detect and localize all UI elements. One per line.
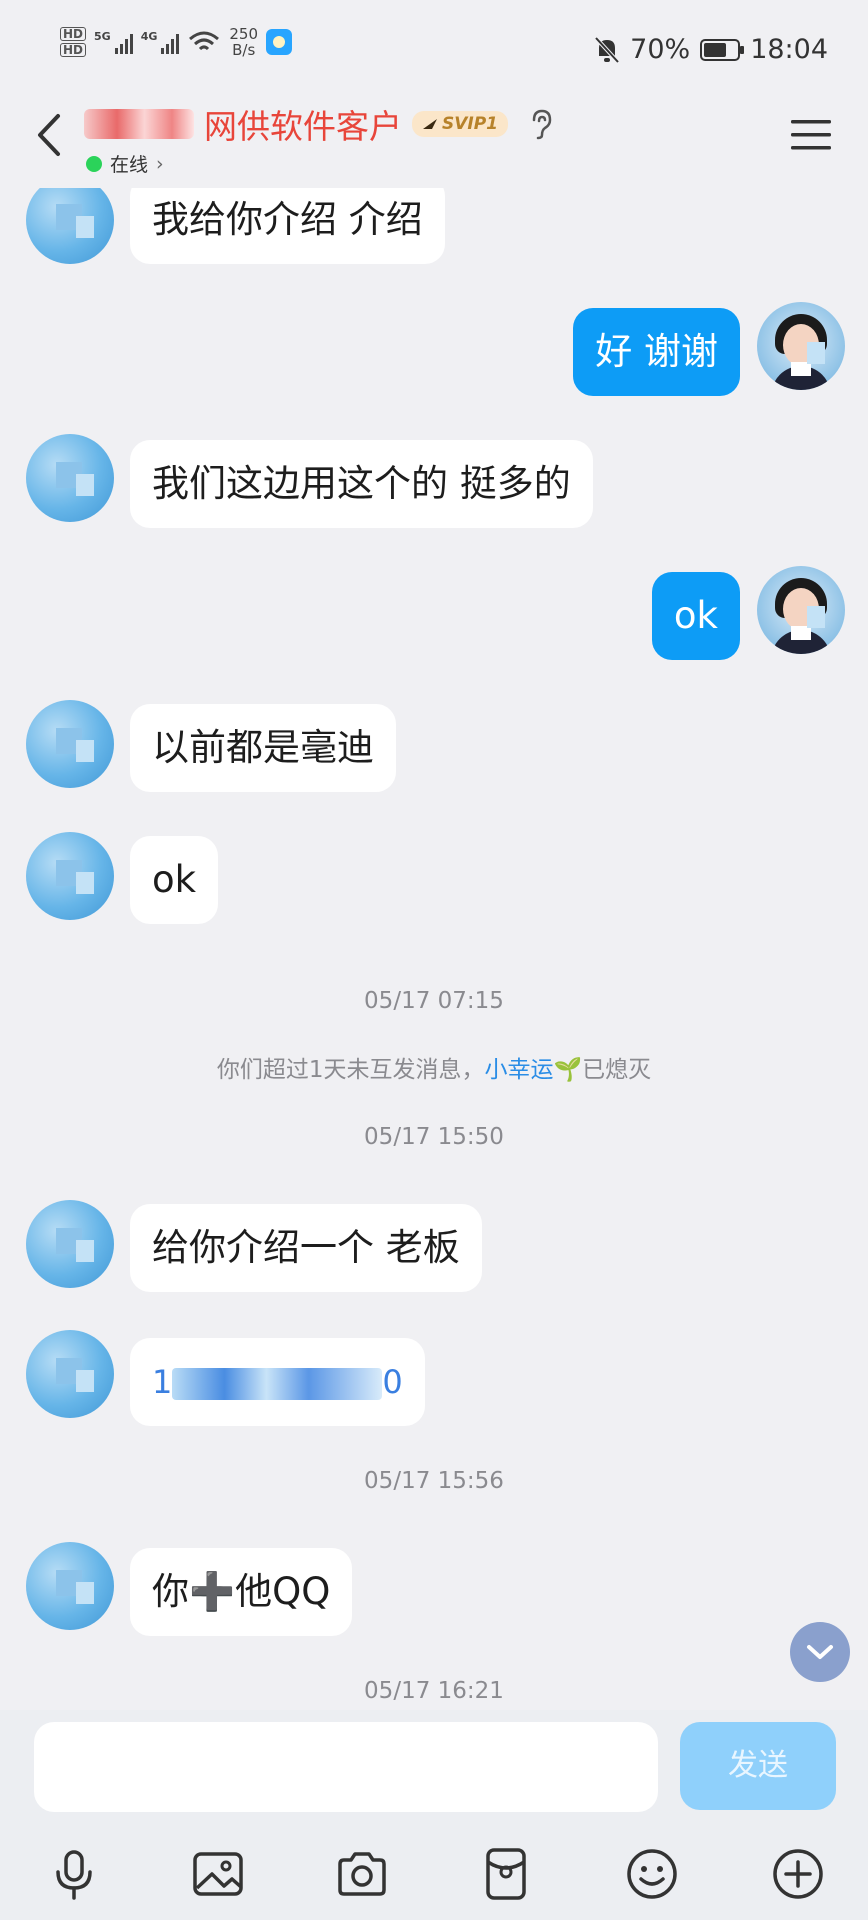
message-bubble[interactable]: 我给你介绍 介绍 [130,176,445,264]
message-timestamp: 05/17 07:15 [364,988,504,1014]
message-bubble[interactable]: 我们这边用这个的 挺多的 [130,440,593,528]
message-bubble[interactable]: 给你介绍一个 老板 [130,1204,482,1292]
contact-avatar[interactable] [26,176,114,264]
image-icon[interactable] [188,1844,248,1904]
online-dot-icon [86,155,102,172]
message-timestamp: 05/17 15:56 [364,1468,504,1494]
system-message: 你们超过1天未互发消息，小幸运🌱已熄灭 [216,1057,652,1083]
back-icon[interactable] [30,110,70,160]
menu-icon[interactable] [790,118,832,152]
message-bubble-mine[interactable]: 好 谢谢 [573,308,740,396]
send-button[interactable]: 发送 [680,1722,836,1810]
contact-avatar[interactable] [26,434,114,522]
sprout-icon: 🌱 [553,1057,583,1083]
chevron-right-icon: › [156,152,164,175]
message-timestamp: 05/17 15:50 [364,1124,504,1150]
my-avatar[interactable] [757,566,845,654]
presence-status[interactable]: 在线 › [86,150,164,177]
chat-title[interactable]: 网供软件客户 [204,100,402,148]
message-bubble-redacted[interactable]: 10 [130,1338,425,1426]
contact-avatar[interactable] [26,832,114,920]
svip-icon [423,119,437,129]
message-bubble[interactable]: ok [130,836,219,924]
emoji-icon[interactable] [622,1844,682,1904]
message-bubble[interactable]: 你➕他QQ [130,1548,353,1636]
composer: 发送 [0,1710,868,1920]
contact-avatar[interactable] [26,700,114,788]
redaction-mark [172,1368,383,1400]
scroll-to-bottom-button[interactable] [790,1622,850,1682]
ear-icon[interactable] [528,108,554,140]
message-input[interactable] [34,1722,658,1812]
chat-header: 网供软件客户 SVIP1 在线 › [0,96,868,188]
svip-badge[interactable]: SVIP1 [412,111,509,137]
redacted-name [84,109,194,139]
message-bubble[interactable]: 以前都是毫迪 [130,704,396,792]
message-bubble-mine[interactable]: ok [651,572,740,660]
contact-avatar[interactable] [26,1330,114,1418]
plus-icon[interactable] [768,1844,828,1904]
chevron-down-icon [807,1645,833,1659]
my-avatar[interactable] [757,302,845,390]
contact-avatar[interactable] [26,1200,114,1288]
contact-avatar[interactable] [26,1542,114,1630]
red-packet-icon[interactable] [476,1844,536,1904]
message-list[interactable]: 我给你介绍 介绍 好 谢谢 我们这边用这个的 挺多的 ok 以前都是毫迪 ok … [0,0,868,1710]
streak-link[interactable]: 小幸运 [485,1057,554,1083]
message-timestamp: 05/17 16:21 [364,1678,504,1704]
mic-icon[interactable] [44,1844,104,1904]
toolbar [0,1844,868,1904]
camera-icon[interactable] [332,1844,392,1904]
